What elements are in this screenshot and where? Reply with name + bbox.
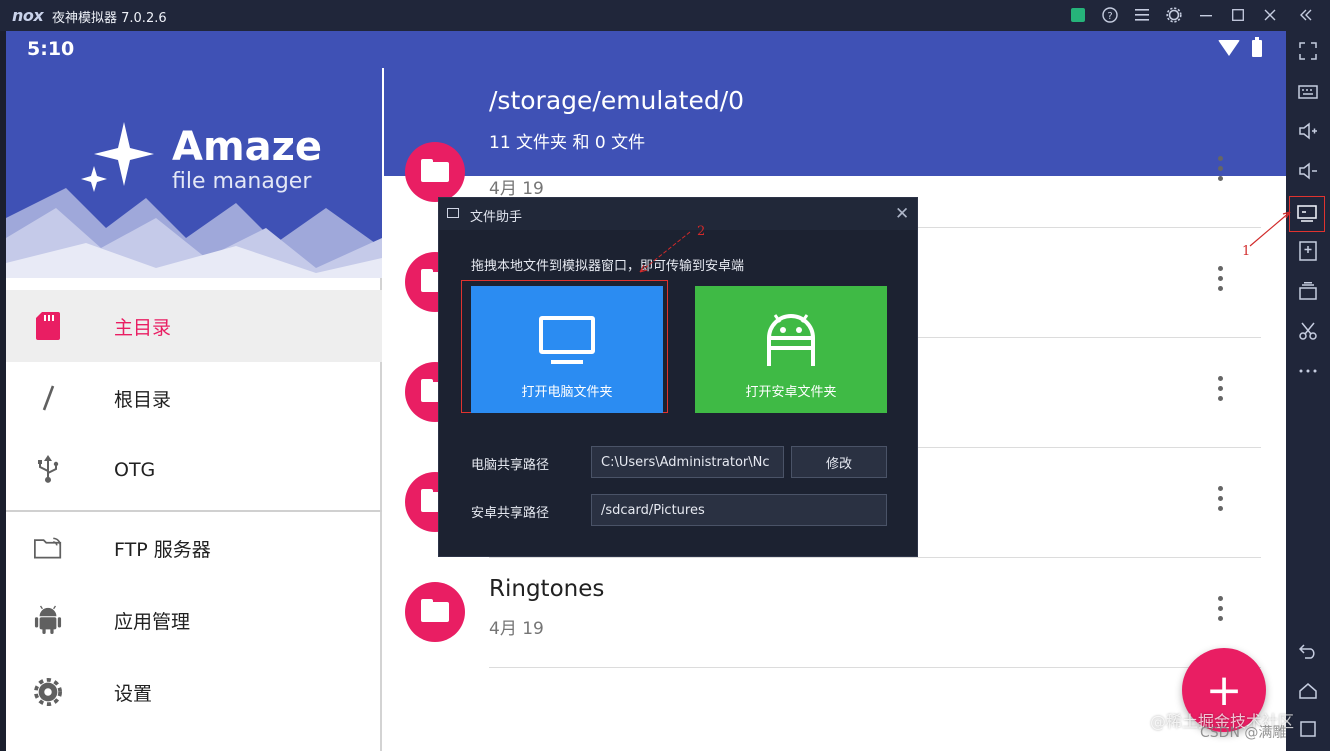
help-icon[interactable]: ? <box>1098 4 1122 26</box>
drawer-item-label: 主目录 <box>114 316 172 339</box>
more-options-icon[interactable] <box>1218 596 1224 622</box>
drawer-item-root[interactable]: 根目录 <box>6 362 382 434</box>
svg-text:?: ? <box>1107 11 1112 22</box>
fullscreen-icon[interactable] <box>1294 37 1322 65</box>
volume-up-icon[interactable] <box>1294 117 1322 145</box>
dialog-instruction: 拖拽本地文件到模拟器窗口，即可传输到安卓端 <box>471 259 745 274</box>
file-assistant-dialog: 文件助手 ✕ 拖拽本地文件到模拟器窗口，即可传输到安卓端 打开电脑文件夹 打开安… <box>438 197 918 557</box>
minimize-icon[interactable] <box>1194 4 1218 26</box>
drawer-items: 主目录 根目录 OTG FTP 服务器 应用管理 设置 <box>6 290 382 728</box>
dialog-titlebar[interactable]: 文件助手 ✕ <box>439 198 917 230</box>
drawer-item-label: FTP 服务器 <box>114 538 211 561</box>
pc-path-label: 电脑共享路径 <box>471 458 550 473</box>
open-android-folder-button[interactable]: 打开安卓文件夹 <box>695 286 887 413</box>
scissors-icon[interactable] <box>1294 317 1322 345</box>
wifi-icon <box>1218 40 1240 56</box>
amaze-sparkle-icon <box>81 122 154 192</box>
folder-icon <box>405 582 465 642</box>
menu-icon[interactable] <box>1130 4 1154 26</box>
keyboard-icon[interactable] <box>1294 77 1322 105</box>
brand-title: Amaze <box>172 124 323 170</box>
more-options-icon[interactable] <box>1218 376 1224 402</box>
annotation-2: 2 <box>697 224 706 239</box>
usb-icon <box>34 455 62 484</box>
open-pc-folder-label: 打开电脑文件夹 <box>521 385 613 400</box>
recent-apps-icon[interactable] <box>1294 715 1322 743</box>
file-assistant-icon[interactable] <box>1289 196 1325 232</box>
monitor-icon <box>447 208 459 218</box>
back-icon[interactable] <box>1294 637 1322 665</box>
drawer-item-label: 设置 <box>114 682 153 705</box>
close-icon[interactable] <box>1258 4 1282 26</box>
open-android-folder-label: 打开安卓文件夹 <box>745 385 837 400</box>
root-slash-icon <box>34 384 62 412</box>
volume-down-icon[interactable] <box>1294 157 1322 185</box>
more-options-icon[interactable] <box>1218 486 1224 512</box>
drawer-item-otg[interactable]: OTG <box>6 434 382 506</box>
dialog-title: 文件助手 <box>470 210 523 225</box>
watermark-csdn: CSDN @满雕 <box>1200 725 1287 741</box>
battery-icon <box>1252 37 1262 57</box>
emulator-sidebar <box>1286 31 1330 751</box>
drawer-item-settings[interactable]: 设置 <box>6 656 382 728</box>
drawer-item-home[interactable]: 主目录 <box>6 290 382 362</box>
ftp-folder-icon <box>34 534 62 562</box>
collapse-icon[interactable] <box>1294 4 1318 26</box>
file-row[interactable]: Ringtones 4月 19 <box>384 558 1286 668</box>
current-path: /storage/emulated/0 <box>489 86 745 115</box>
android-path-field[interactable] <box>591 494 887 526</box>
dialog-close-icon[interactable]: ✕ <box>895 204 909 224</box>
apk-install-icon[interactable] <box>1294 237 1322 265</box>
status-clock: 5:10 <box>27 38 75 60</box>
drawer-item-label: 应用管理 <box>114 610 191 633</box>
edit-path-button[interactable]: 修改 <box>791 446 887 478</box>
file-date: 4月 19 <box>489 179 544 199</box>
navigation-drawer: Amaze file manager 主目录 根目录 OTG FTP 服务器 应… <box>6 68 382 751</box>
pc-path-field[interactable] <box>591 446 784 478</box>
emulator-title: 夜神模拟器 7.0.2.6 <box>52 11 167 26</box>
emulator-window: nox 夜神模拟器 7.0.2.6 ? 5:10 Amaze file mana… <box>0 0 1330 751</box>
drawer-item-ftp[interactable]: FTP 服务器 <box>6 512 382 584</box>
android-path-label: 安卓共享路径 <box>471 506 550 521</box>
more-icon[interactable] <box>1294 357 1322 385</box>
maximize-icon[interactable] <box>1226 4 1250 26</box>
row-divider <box>489 667 1261 668</box>
more-options-icon[interactable] <box>1218 156 1224 182</box>
android-icon <box>766 314 816 366</box>
settings-icon[interactable] <box>1162 4 1186 26</box>
sd-card-icon <box>34 312 62 340</box>
annotation-1: 1 <box>1242 244 1251 259</box>
open-pc-folder-button[interactable]: 打开电脑文件夹 <box>471 286 663 413</box>
multi-instance-icon[interactable] <box>1294 277 1322 305</box>
home-icon[interactable] <box>1294 677 1322 705</box>
emulator-titlebar[interactable]: nox 夜神模拟器 7.0.2.6 ? <box>0 0 1330 31</box>
monitor-icon <box>539 316 595 364</box>
more-options-icon[interactable] <box>1218 266 1224 292</box>
file-name: Ringtones <box>489 576 605 602</box>
gift-icon[interactable] <box>1066 4 1090 26</box>
drawer-item-label: OTG <box>114 459 156 481</box>
brand-subtitle: file manager <box>172 169 312 194</box>
file-date: 4月 19 <box>489 619 544 639</box>
drawer-item-apps[interactable]: 应用管理 <box>6 584 382 656</box>
android-statusbar: 5:10 <box>6 31 1286 68</box>
android-icon <box>34 605 62 634</box>
drawer-header: Amaze file manager <box>6 68 382 278</box>
nox-logo: nox <box>12 6 44 25</box>
drawer-item-label: 根目录 <box>114 388 172 411</box>
gear-icon <box>34 678 62 706</box>
folder-icon <box>405 142 465 202</box>
